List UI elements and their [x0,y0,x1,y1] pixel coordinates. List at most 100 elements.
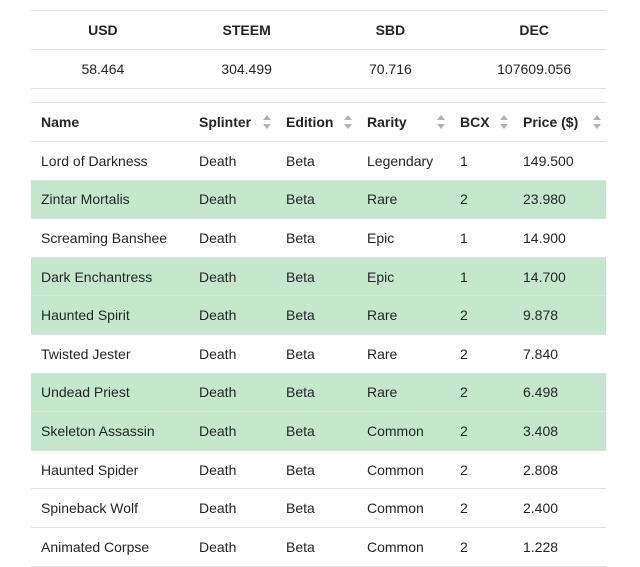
cell-bcx: 2 [450,295,513,335]
cell-price: 3.408 [513,411,606,451]
sort-both-icon[interactable] [500,115,508,129]
cell-bcx: 2 [450,411,513,451]
column-header-rarity[interactable]: Rarity [357,102,450,142]
cell-splinter: Death [189,411,276,451]
cell-edition: Beta [276,295,357,335]
cell-edition: Beta [276,141,357,181]
cell-rarity: Common [357,450,450,490]
cell-splinter: Death [189,450,276,490]
table-row[interactable]: Spineback Wolf Death Beta Common 2 2.400 [31,488,606,528]
sort-both-icon[interactable] [344,115,352,129]
cell-splinter: Death [189,295,276,335]
table-row[interactable]: Dark Enchantress Death Beta Epic 1 14.700 [31,257,606,297]
table-row[interactable]: Screaming Banshee Death Beta Epic 1 14.900 [31,218,606,258]
cards-header-row: Name Splinter Edition Rarity BCX Price (… [31,102,606,142]
cell-rarity: Epic [357,218,450,258]
cell-bcx: 1 [450,218,513,258]
cell-bcx: 2 [450,180,513,220]
cell-price: 14.900 [513,218,606,258]
summary-value-usd: 58.464 [31,49,175,89]
cell-splinter: Death [189,488,276,528]
cell-name: Haunted Spirit [31,295,189,335]
cell-price: 9.878 [513,295,606,335]
sort-both-icon[interactable] [437,115,445,129]
summary-header-dec: DEC [462,10,606,50]
cell-bcx: 2 [450,450,513,490]
cell-price: 149.500 [513,141,606,181]
cell-price: 2.808 [513,450,606,490]
cell-rarity: Common [357,488,450,528]
cell-bcx: 2 [450,334,513,374]
column-header-price[interactable]: Price ($) [513,102,606,142]
cell-edition: Beta [276,334,357,374]
table-row[interactable]: Twisted Jester Death Beta Rare 2 7.840 [31,334,606,374]
column-header-splinter-label: Splinter [199,114,252,130]
cell-rarity: Common [357,527,450,567]
column-header-edition-label: Edition [286,114,334,130]
cell-name: Screaming Banshee [31,218,189,258]
cell-edition: Beta [276,373,357,413]
cell-edition: Beta [276,218,357,258]
cell-rarity: Rare [357,373,450,413]
cell-bcx: 2 [450,373,513,413]
cell-price: 14.700 [513,257,606,297]
cell-rarity: Rare [357,295,450,335]
cell-price: 1.228 [513,527,606,567]
cell-price: 6.498 [513,373,606,413]
cards-table: Name Splinter Edition Rarity BCX Price (… [31,102,606,567]
cell-rarity: Rare [357,180,450,220]
cell-edition: Beta [276,488,357,528]
cell-splinter: Death [189,527,276,567]
summary-header-sbd: SBD [318,10,463,50]
page-content: USD STEEM SBD DEC 58.464 304.499 70.716 … [31,10,606,567]
cell-bcx: 2 [450,527,513,567]
cell-name: Skeleton Assassin [31,411,189,451]
cell-bcx: 1 [450,141,513,181]
cell-bcx: 1 [450,257,513,297]
cell-name: Spineback Wolf [31,488,189,528]
column-header-splinter[interactable]: Splinter [189,102,276,142]
cell-rarity: Epic [357,257,450,297]
column-header-rarity-label: Rarity [367,114,407,130]
cards-table-body: Lord of Darkness Death Beta Legendary 1 149.5… [31,141,606,567]
cell-name: Twisted Jester [31,334,189,374]
column-header-price-label: Price ($) [523,114,579,130]
summary-value-steem: 304.499 [174,49,319,89]
cell-splinter: Death [189,334,276,374]
cell-name: Undead Priest [31,373,189,413]
summary-header-usd: USD [31,10,175,50]
cell-splinter: Death [189,257,276,297]
table-row[interactable]: Lord of Darkness Death Beta Legendary 1 149.5… [31,141,606,181]
summary-value-row: 58.464 304.499 70.716 107609.056 [31,49,606,89]
table-row[interactable]: Skeleton Assassin Death Beta Common 2 3.408 [31,411,606,451]
table-row[interactable]: Animated Corpse Death Beta Common 2 1.228 [31,527,606,567]
cell-price: 2.400 [513,488,606,528]
cell-rarity: Common [357,411,450,451]
cell-rarity: Legendary [357,141,450,181]
summary-header-steem: STEEM [174,10,319,50]
table-row[interactable]: Haunted Spider Death Beta Common 2 2.808 [31,450,606,490]
cell-name: Dark Enchantress [31,257,189,297]
cell-bcx: 2 [450,488,513,528]
cell-splinter: Death [189,141,276,181]
cell-name: Lord of Darkness [31,141,189,181]
table-row[interactable]: Undead Priest Death Beta Rare 2 6.498 [31,373,606,413]
cell-edition: Beta [276,411,357,451]
cell-splinter: Death [189,373,276,413]
column-header-bcx-label: BCX [460,114,490,130]
table-row[interactable]: Zintar Mortalis Death Beta Rare 2 23.980 [31,180,606,220]
cell-edition: Beta [276,527,357,567]
cell-name: Zintar Mortalis [31,180,189,220]
summary-value-dec: 107609.056 [462,49,606,89]
cell-name: Haunted Spider [31,450,189,490]
column-header-name: Name [31,102,189,142]
table-spacer [31,89,606,102]
column-header-edition[interactable]: Edition [276,102,357,142]
column-header-bcx[interactable]: BCX [450,102,513,142]
column-header-name-label: Name [41,114,80,130]
table-row[interactable]: Haunted Spirit Death Beta Rare 2 9.878 [31,295,606,335]
cell-rarity: Rare [357,334,450,374]
cell-edition: Beta [276,450,357,490]
sort-both-icon[interactable] [263,115,271,129]
sort-both-icon[interactable] [593,115,601,129]
